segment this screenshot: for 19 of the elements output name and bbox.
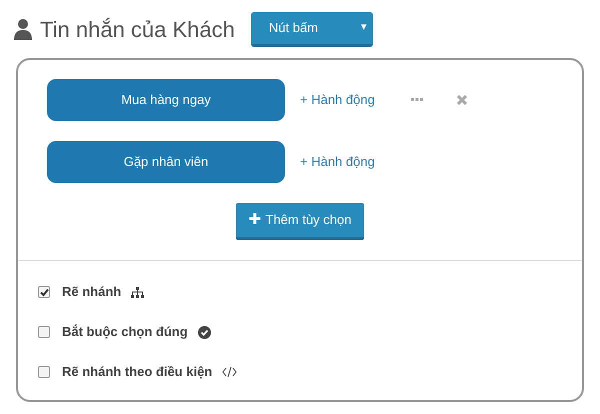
checkbox[interactable] xyxy=(38,366,50,378)
checkbox-label: Rẽ nhánh theo điều kiện xyxy=(62,363,212,382)
code-icon xyxy=(222,367,238,377)
option-button[interactable]: Mua hàng ngay xyxy=(47,79,285,121)
checkbox-label: Rẽ nhánh xyxy=(62,283,122,302)
sitemap-icon xyxy=(131,286,144,298)
checkbox[interactable] xyxy=(38,286,50,298)
option-button[interactable]: Gặp nhân viên xyxy=(47,141,285,183)
dropdown-button[interactable]: Nút bấm ▾ xyxy=(250,12,373,46)
close-icon[interactable] xyxy=(456,95,467,105)
page-title: Tin nhắn của Khách xyxy=(40,16,235,44)
check-badge-icon xyxy=(198,326,211,338)
checkbox-label: Bắt buộc chọn đúng xyxy=(62,323,188,342)
user-icon xyxy=(14,18,32,40)
add-action-link[interactable]: + Hành động xyxy=(300,152,375,172)
add-action-link[interactable]: + Hành động xyxy=(300,90,375,110)
more-icon[interactable] xyxy=(410,98,423,102)
checkbox[interactable] xyxy=(38,326,50,338)
add-option-button[interactable]: ✚ Thêm tùy chọn xyxy=(236,203,364,240)
